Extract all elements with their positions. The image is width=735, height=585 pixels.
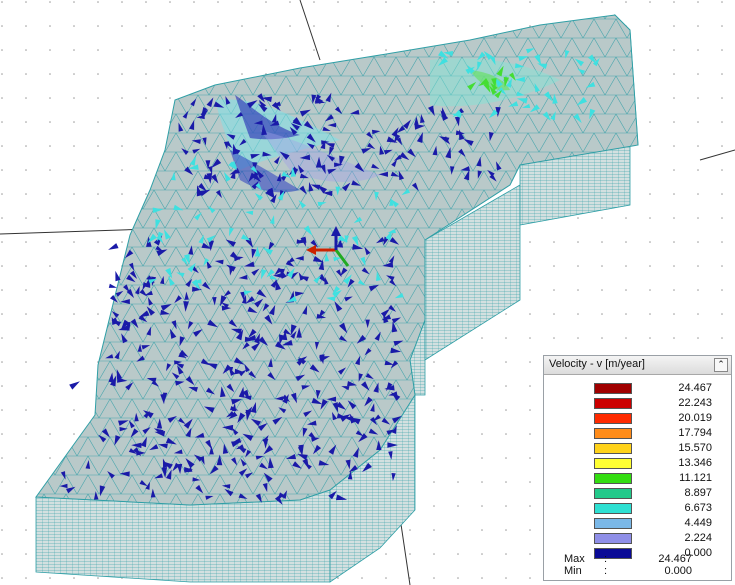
legend-value: 22.243 — [678, 397, 712, 409]
legend-title-bar[interactable]: Velocity - v [m/year] ⌃ — [544, 356, 731, 375]
legend-swatch — [594, 428, 632, 439]
legend-value: 24.467 — [678, 382, 712, 394]
legend-swatch — [594, 398, 632, 409]
legend-swatch — [594, 443, 632, 454]
legend-max-separator: : — [604, 553, 608, 565]
legend-max-row: Max : 24.467 — [564, 553, 724, 565]
legend-value: 8.897 — [684, 487, 712, 499]
3d-viewport[interactable]: Velocity - v [m/year] ⌃ 24.467 22.243 20.0… — [0, 0, 735, 585]
legend-swatch — [594, 383, 632, 394]
legend-swatch — [594, 488, 632, 499]
legend-value: 17.794 — [678, 427, 712, 439]
legend-swatch — [594, 533, 632, 544]
double-chevron-up-icon[interactable]: ⌃ — [714, 358, 728, 372]
legend-value: 2.224 — [684, 532, 712, 544]
legend-min-separator: : — [604, 565, 608, 577]
legend-min-value: 0.000 — [664, 565, 692, 577]
legend-value: 20.019 — [678, 412, 712, 424]
legend-min-row: Min : 0.000 — [564, 565, 724, 577]
legend-swatch — [594, 518, 632, 529]
legend-min-label: Min — [564, 565, 582, 577]
legend-value: 11.121 — [679, 472, 712, 484]
legend-swatch — [594, 503, 632, 514]
legend-swatch — [594, 413, 632, 424]
velocity-legend-panel[interactable]: Velocity - v [m/year] ⌃ 24.467 22.243 20.0… — [543, 355, 732, 581]
legend-summary: Max : 24.467 Min : 0.000 — [564, 553, 724, 577]
legend-value: 13.346 — [678, 457, 712, 469]
legend-swatch — [594, 458, 632, 469]
legend-value: 6.673 — [684, 502, 712, 514]
legend-max-value: 24.467 — [658, 553, 692, 565]
legend-max-label: Max — [564, 553, 585, 565]
legend-swatch — [594, 473, 632, 484]
legend-value: 4.449 — [684, 517, 712, 529]
legend-value: 15.570 — [678, 442, 712, 454]
legend-title: Velocity - v [m/year] — [549, 358, 645, 370]
